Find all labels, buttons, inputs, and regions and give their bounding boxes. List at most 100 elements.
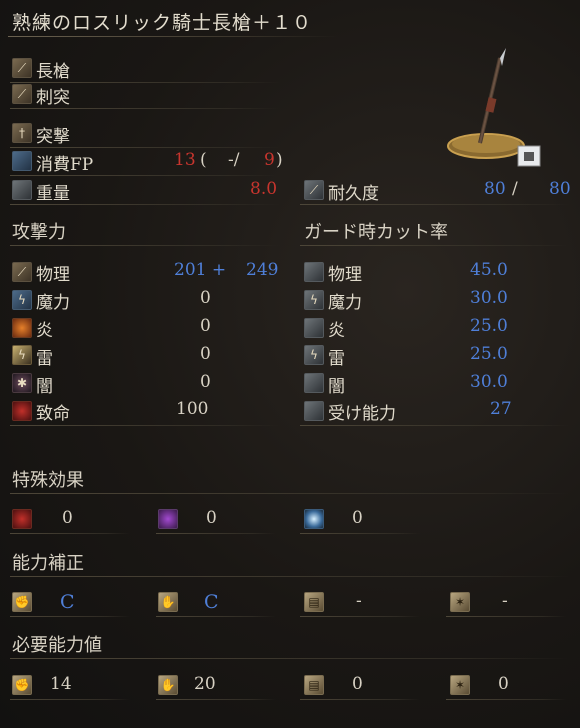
durability-icon: ⟋: [304, 180, 324, 200]
divider: [10, 616, 130, 617]
guard-value-physical: 45.0: [470, 260, 508, 280]
scaling-dexterity: C: [204, 591, 219, 613]
effect-value-poison: 0: [206, 508, 217, 528]
divider: [156, 533, 276, 534]
attack-heading: 攻撃力: [12, 222, 66, 243]
requirements-heading: 必要能力値: [12, 635, 102, 656]
attack-value-physical: 201 +: [174, 260, 227, 280]
intelligence-icon: ▤: [304, 675, 324, 695]
durability-max: 80: [549, 179, 571, 199]
strength-icon: ✊: [12, 675, 32, 695]
attack-label-physical: 物理: [36, 265, 70, 285]
dexterity-icon: ✋: [158, 675, 178, 695]
magic-guard-icon: ϟ: [304, 290, 324, 310]
dark-guard-icon: [304, 373, 324, 393]
effect-value-frost: 0: [352, 508, 363, 528]
title-divider: [8, 36, 338, 37]
scaling-faith: -: [502, 591, 508, 611]
weapon-type: 長槍: [36, 62, 70, 82]
divider: [10, 425, 280, 426]
faith-icon: ✶: [450, 675, 470, 695]
attack-value-fire: 0: [200, 316, 211, 336]
skill-name: 突撃: [36, 127, 70, 147]
scaling-intelligence: -: [356, 591, 362, 611]
guard-label-lightning: 雷: [328, 349, 345, 369]
requirement-strength: 14: [50, 674, 72, 694]
divider: [10, 204, 280, 205]
attack-label-dark: 闇: [36, 377, 53, 397]
durability-label: 耐久度: [328, 184, 379, 204]
divider: [10, 658, 570, 659]
fp-cost: 13: [174, 150, 196, 170]
fp-max: 9: [264, 150, 275, 170]
lightning-attack-icon: ϟ: [12, 345, 32, 365]
fp-paren-open: (: [200, 150, 207, 170]
guard-label-dark: 闇: [328, 377, 345, 397]
durability-separator: /: [512, 179, 518, 199]
fp-mid: -/: [228, 150, 240, 170]
divider: [300, 533, 420, 534]
fire-attack-icon: [12, 318, 32, 338]
guard-value-magic: 30.0: [470, 288, 508, 308]
divider: [300, 425, 570, 426]
poison-icon: [158, 509, 178, 529]
divider: [446, 699, 566, 700]
divider: [10, 108, 280, 109]
effects-heading: 特殊効果: [12, 470, 84, 491]
attack-label-critical: 致命: [36, 404, 70, 424]
divider: [300, 616, 420, 617]
divider: [10, 576, 570, 577]
stability-icon: [304, 401, 324, 421]
divider: [300, 699, 420, 700]
guard-value-dark: 30.0: [470, 372, 508, 392]
fire-guard-icon: [304, 318, 324, 338]
effect-value-bleed: 0: [62, 508, 73, 528]
attack-value-magic: 0: [200, 288, 211, 308]
guard-value-fire: 25.0: [470, 316, 508, 336]
requirement-dexterity: 20: [194, 674, 216, 694]
fp-label: 消費FP: [36, 155, 94, 175]
scaling-strength: C: [60, 591, 75, 613]
weight-label: 重量: [36, 184, 70, 204]
attack-label-magic: 魔力: [36, 293, 70, 313]
attack-value-dark: 0: [200, 372, 211, 392]
bleed-icon: [12, 509, 32, 529]
weight-icon: [12, 180, 32, 200]
attack-label-fire: 炎: [36, 321, 53, 341]
guard-heading: ガード時カット率: [304, 222, 448, 243]
durability-current: 80: [484, 179, 506, 199]
attack-label-lightning: 雷: [36, 349, 53, 369]
divider: [10, 493, 570, 494]
scaling-heading: 能力補正: [12, 553, 84, 574]
fp-icon: [12, 151, 32, 171]
fp-paren-close: ): [276, 150, 283, 170]
physical-attack-icon: ⟋: [12, 262, 32, 282]
guard-label-fire: 炎: [328, 321, 345, 341]
critical-icon: [12, 401, 32, 421]
divider: [10, 245, 280, 246]
requirement-intelligence: 0: [352, 674, 363, 694]
attack-value-lightning: 0: [200, 344, 211, 364]
guard-label-magic: 魔力: [328, 293, 362, 313]
faith-icon: ✶: [450, 592, 470, 612]
guard-value-stability: 27: [490, 399, 512, 419]
attack-type: 刺突: [36, 88, 70, 108]
spear-icon: ⟋: [12, 58, 32, 78]
requirement-faith: 0: [498, 674, 509, 694]
thrust-icon: ⟋: [12, 84, 32, 104]
divider: [300, 204, 570, 205]
divider: [446, 616, 566, 617]
divider: [156, 699, 276, 700]
weight-value: 8.0: [250, 179, 278, 199]
divider: [10, 147, 280, 148]
frost-icon: [304, 509, 324, 529]
physical-guard-icon: [304, 262, 324, 282]
strength-icon: ✊: [12, 592, 32, 612]
weapon-title: 熟練のロスリック騎士長槍＋１０: [12, 12, 313, 34]
divider: [10, 175, 280, 176]
skill-icon: †: [12, 123, 32, 143]
attack-bonus-physical: 249: [246, 260, 279, 280]
weapon-image: [447, 48, 541, 167]
dark-attack-icon: ✱: [12, 373, 32, 393]
intelligence-icon: ▤: [304, 592, 324, 612]
